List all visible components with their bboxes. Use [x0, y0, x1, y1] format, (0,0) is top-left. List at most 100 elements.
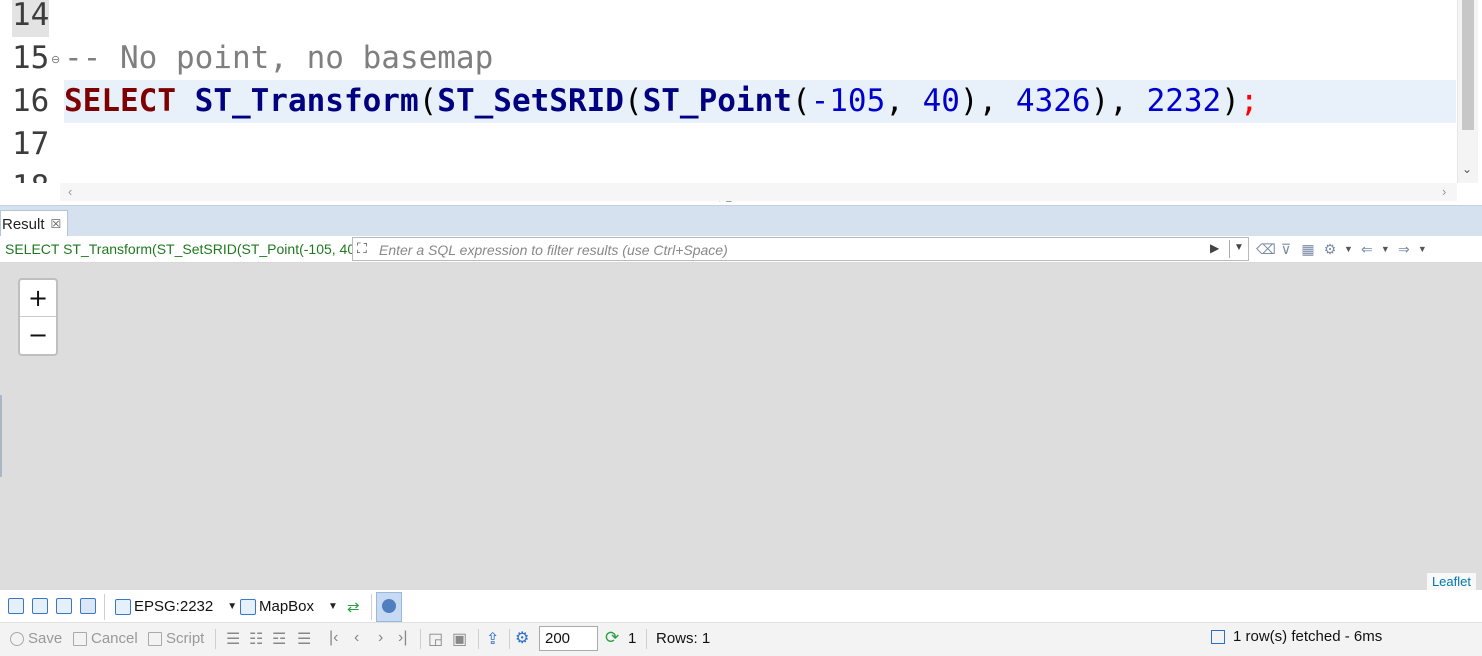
result-tab-bar: Result ☒: [0, 205, 1482, 237]
script-icon: [148, 631, 162, 646]
map-view[interactable]: + − Leaflet: [0, 263, 1482, 590]
fetch-size-input[interactable]: 200: [539, 626, 598, 651]
basemap-selector[interactable]: MapBox ▼: [240, 598, 338, 615]
editor-line: 15 -- No point, no basemap: [0, 37, 1456, 80]
divider: [509, 629, 510, 649]
sql-comment: -- No point, no basemap: [64, 40, 494, 76]
image-export-icon[interactable]: [56, 598, 75, 614]
copy-row-icon[interactable]: ☲: [272, 629, 286, 649]
chevron-down-icon[interactable]: ⌄: [1462, 162, 1472, 176]
divider: [646, 629, 647, 649]
line-number: 17: [12, 126, 50, 162]
map-icon: [240, 598, 256, 615]
filter-bar: SELECT ST_Transform(ST_SetSRID(ST_Point(…: [0, 236, 1482, 263]
clear-filter-icon[interactable]: ⊽: [1278, 241, 1294, 258]
chart-icon: [115, 598, 131, 615]
save-button[interactable]: Save: [10, 630, 62, 647]
divider: [215, 629, 216, 649]
history-dropdown-icon[interactable]: ▼: [1234, 242, 1244, 253]
sql-keyword: SELECT: [64, 83, 176, 119]
filter-placeholder: Enter a SQL expression to filter results…: [379, 242, 728, 258]
last-page-icon[interactable]: ›|: [398, 629, 407, 647]
palette-toggle-button[interactable]: [376, 592, 402, 622]
save-label: Save: [28, 630, 63, 647]
add-row-icon[interactable]: ☷: [249, 629, 263, 649]
fold-toggle-icon[interactable]: ⊖: [51, 53, 60, 66]
tab-result[interactable]: Result ☒: [0, 210, 69, 237]
fetch-status: 1 row(s) fetched - 6ms: [1211, 628, 1382, 645]
chevron-right-icon[interactable]: ›: [1442, 184, 1446, 199]
sql-semicolon: ;: [1239, 83, 1259, 119]
line-number: 14: [12, 0, 50, 37]
crs-selector[interactable]: EPSG:2232 ▼: [115, 598, 237, 615]
chevron-down-icon[interactable]: ▼: [1418, 244, 1427, 254]
editor-line: 14: [0, 0, 1456, 37]
cancel-button[interactable]: Cancel: [73, 630, 138, 647]
fit-icon[interactable]: ▣: [452, 629, 467, 649]
line-number: 15: [12, 40, 50, 76]
chevron-left-icon[interactable]: ‹: [68, 184, 72, 199]
palette-icon: [382, 599, 396, 613]
swap-icon[interactable]: ⇄: [347, 598, 360, 616]
refresh-icon[interactable]: ⟳: [605, 628, 619, 648]
select-map-icon[interactable]: [8, 598, 27, 614]
map-toolbar: EPSG:2232 ▼ MapBox ▼ ⇄: [0, 592, 1482, 622]
close-icon[interactable]: ☒: [51, 217, 62, 231]
zoom-out-button[interactable]: −: [20, 317, 56, 354]
sql-number: 2232: [1146, 83, 1222, 119]
next-page-icon[interactable]: ›: [378, 629, 383, 647]
crs-label: EPSG:2232: [134, 598, 214, 615]
editor-vertical-scrollbar[interactable]: ⌄: [1457, 0, 1478, 183]
delete-row-icon[interactable]: ☰: [297, 629, 311, 649]
chevron-down-icon: ▼: [227, 601, 238, 612]
divider: [478, 629, 479, 649]
scrollbar-thumb[interactable]: [1462, 0, 1474, 130]
sql-statement[interactable]: SELECT ST_Transform(ST_SetSRID(ST_Point(…: [64, 80, 1259, 123]
editor-line: 17: [0, 123, 1456, 166]
zoom-in-button[interactable]: +: [20, 280, 56, 317]
edit-row-icon[interactable]: ☰: [226, 629, 240, 649]
script-button[interactable]: Script: [148, 630, 204, 647]
print-icon[interactable]: [80, 598, 99, 614]
divider: [371, 594, 372, 620]
splitter-handle-icon[interactable]: ▲▼: [715, 199, 734, 202]
filter-input[interactable]: ⛶ Enter a SQL expression to filter resul…: [352, 237, 1249, 261]
line-number: 16: [12, 83, 50, 119]
tab-label: Result: [2, 215, 45, 233]
expand-icon[interactable]: ⛶: [357, 240, 367, 257]
map-attribution[interactable]: Leaflet: [1426, 573, 1476, 590]
app-window: 14 15 -- No point, no basemap ⊖ 16 SELEC…: [0, 0, 1482, 656]
chevron-down-icon[interactable]: ▼: [1344, 244, 1353, 254]
first-page-icon[interactable]: |‹: [329, 629, 338, 647]
forward-arrow-icon[interactable]: ⇒: [1396, 241, 1412, 258]
panels-icon[interactable]: ⚙: [1322, 241, 1338, 258]
chevron-down-icon[interactable]: ▼: [1381, 244, 1390, 254]
back-arrow-icon[interactable]: ⇐: [1359, 241, 1375, 258]
divider: [104, 594, 105, 620]
sql-number: -105: [810, 83, 886, 119]
eraser-icon[interactable]: ⌫: [1256, 241, 1276, 258]
divider: [420, 629, 421, 649]
gear-icon[interactable]: ⚙: [515, 628, 529, 648]
previous-page-icon[interactable]: ‹: [354, 629, 359, 647]
fetch-status-text: 1 row(s) fetched - 6ms: [1233, 628, 1383, 645]
filter-tools: ⌫ ⊽ ▦ ⚙ ▼ ⇐ ▼ ⇒ ▼: [1256, 239, 1427, 259]
status-bar: Save Cancel Script ☰ ☷ ☲ ☰ |‹ ‹ › ›| ◲ ▣…: [0, 622, 1482, 656]
export-icon[interactable]: ⇪: [486, 629, 499, 649]
chevron-down-icon: ▼: [328, 601, 338, 612]
zoom-control: + −: [18, 278, 58, 356]
basemap-label: MapBox: [259, 598, 315, 615]
fetch-count: 1: [628, 630, 637, 647]
rows-count: Rows: 1: [656, 630, 711, 647]
sql-function: ST_Point: [642, 83, 792, 119]
editor-horizontal-scrollbar[interactable]: ‹ ›: [60, 183, 1457, 201]
divider: [1229, 240, 1230, 258]
script-label: Script: [166, 630, 205, 647]
filter-settings-icon[interactable]: ▦: [1300, 241, 1316, 258]
editor-line: 18: [0, 164, 1456, 183]
sql-editor[interactable]: 14 15 -- No point, no basemap ⊖ 16 SELEC…: [0, 0, 1482, 202]
detach-icon[interactable]: ◲: [428, 629, 443, 649]
apply-filter-icon[interactable]: ▶: [1210, 241, 1219, 255]
sql-number: 4326: [1015, 83, 1091, 119]
image-icon[interactable]: [32, 598, 51, 614]
